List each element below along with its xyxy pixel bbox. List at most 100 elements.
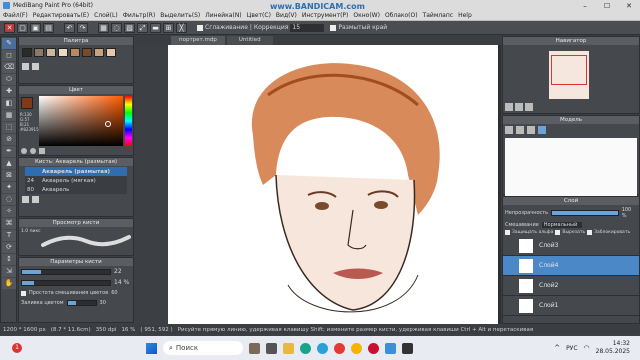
brush-size-slider[interactable] xyxy=(21,268,111,275)
palette-swatch[interactable] xyxy=(94,48,104,57)
edge-icon[interactable] xyxy=(300,342,311,354)
blend-select[interactable]: Нормальный xyxy=(541,222,582,228)
chrome-icon[interactable] xyxy=(351,342,362,354)
tool-icon[interactable]: ◧ xyxy=(2,98,16,109)
tab-untitled[interactable]: Untitled xyxy=(226,36,273,45)
brush-item[interactable]: Акварель (размытая) xyxy=(25,167,127,176)
model-tool-3-icon[interactable] xyxy=(527,126,535,134)
yandex-icon[interactable] xyxy=(334,342,345,354)
ruler-icon[interactable]: ▬ xyxy=(150,22,161,33)
grid-icon[interactable]: ⊞ xyxy=(163,22,174,33)
color-mode-icon-3[interactable] xyxy=(39,148,45,154)
tool-icon[interactable]: ⬚ xyxy=(2,122,16,133)
menu-item[interactable]: Линейка(N) xyxy=(205,12,241,19)
menu-item[interactable]: Выделить(S) xyxy=(160,12,200,19)
fit-icon[interactable] xyxy=(525,103,533,111)
menu-item[interactable]: Цвет(C) xyxy=(247,12,271,19)
close-file-icon[interactable]: ✕ xyxy=(4,22,15,33)
brush-item[interactable]: 80 Акварель xyxy=(25,185,127,194)
protect-alpha-checkbox[interactable] xyxy=(505,230,510,235)
menu-item[interactable]: Редактировать(E) xyxy=(33,12,89,19)
lock-checkbox[interactable] xyxy=(587,230,593,235)
notification-badge[interactable]: 1 xyxy=(12,343,22,353)
tool-icon[interactable]: ✋ xyxy=(2,278,16,289)
symmetry-icon[interactable]: ╳ xyxy=(176,22,187,33)
tool-icon[interactable]: ⊘ xyxy=(2,134,16,145)
menu-item[interactable]: Окно(W) xyxy=(353,12,380,19)
palette-swatch[interactable] xyxy=(70,48,80,57)
menu-item[interactable]: Help xyxy=(458,12,472,19)
palette-swatch[interactable] xyxy=(106,48,116,57)
menu-item[interactable]: Таймлапс xyxy=(423,12,454,19)
zoom-out-icon[interactable] xyxy=(515,103,523,111)
correction-select[interactable]: 15 xyxy=(290,23,325,32)
color-mode-icon-1[interactable] xyxy=(21,148,27,154)
brush-opacity-slider[interactable] xyxy=(21,279,111,286)
tool-icon[interactable]: ⟳ xyxy=(2,242,16,253)
tool-icon[interactable]: ▲ xyxy=(2,158,16,169)
transform-icon[interactable]: ⤢ xyxy=(137,22,148,33)
tool-icon[interactable]: ◌ xyxy=(2,194,16,205)
palette-swatch[interactable] xyxy=(46,48,56,57)
maximize-button[interactable]: ☐ xyxy=(596,2,618,10)
medibang-icon[interactable] xyxy=(385,342,396,354)
palette-swatch[interactable] xyxy=(58,48,68,57)
minimize-button[interactable]: – xyxy=(574,2,596,10)
redo-icon[interactable]: ↷ xyxy=(77,22,88,33)
brush-item[interactable]: 24 Акварель (мягкая) xyxy=(25,176,127,185)
deselect-icon[interactable]: ▧ xyxy=(124,22,135,33)
menu-item[interactable]: Слой(L) xyxy=(94,12,118,19)
color-picker-cursor[interactable] xyxy=(105,121,111,127)
fill-slider[interactable] xyxy=(66,300,97,306)
wifi-icon[interactable]: ◠ xyxy=(584,344,590,352)
tool-icon[interactable]: T xyxy=(2,230,16,241)
palette-swatch[interactable] xyxy=(82,48,92,57)
navigator-viewport[interactable] xyxy=(551,55,587,85)
clock[interactable]: 14:32 28.05.2025 xyxy=(596,340,630,356)
menu-item[interactable]: Вид(V) xyxy=(276,12,297,19)
saturation-value-square[interactable] xyxy=(39,96,123,146)
brush-add-icon[interactable] xyxy=(22,196,29,203)
layer-row[interactable]: Слой3 xyxy=(503,236,639,256)
zoom-in-icon[interactable] xyxy=(505,103,513,111)
tool-icon[interactable]: ⇲ xyxy=(2,266,16,277)
menu-item[interactable]: Облако(O) xyxy=(385,12,418,19)
blur-edge-checkbox[interactable] xyxy=(330,24,337,31)
taskbar-search[interactable]: ⌕ Поиск xyxy=(163,341,243,355)
tool-icon[interactable]: ▦ xyxy=(2,110,16,121)
opera-icon[interactable] xyxy=(368,342,379,354)
layer-row[interactable]: Слой2 xyxy=(503,276,639,296)
palette-swatch[interactable] xyxy=(34,48,44,57)
color-mode-icon-2[interactable] xyxy=(30,148,36,154)
menu-item[interactable]: Файл(F) xyxy=(3,12,28,19)
tool-icon[interactable]: ↕ xyxy=(2,254,16,265)
save-icon[interactable]: ▣ xyxy=(30,22,41,33)
current-color-swatch[interactable] xyxy=(21,97,33,109)
hue-slider[interactable] xyxy=(125,96,132,146)
tool-icon[interactable]: ⬭ xyxy=(2,74,16,85)
tool-icon[interactable]: ◻ xyxy=(2,50,16,61)
palette-add-icon[interactable] xyxy=(22,63,29,70)
model-viewport[interactable] xyxy=(505,138,637,196)
layer-row[interactable]: Слой4 xyxy=(503,256,639,276)
tool-icon[interactable]: ✦ xyxy=(2,182,16,193)
undo-icon[interactable]: ↶ xyxy=(64,22,75,33)
tool-icon[interactable]: ⊠ xyxy=(2,170,16,181)
layer-opacity-slider[interactable] xyxy=(551,210,619,216)
smoothing-checkbox[interactable] xyxy=(197,24,203,31)
tool-icon[interactable]: ⌫ xyxy=(2,62,16,73)
explorer-icon[interactable] xyxy=(283,342,294,354)
task-view-icon[interactable] xyxy=(266,342,277,354)
model-hand-icon[interactable] xyxy=(538,126,546,134)
canvas-scrollbar[interactable] xyxy=(498,45,501,324)
model-tool-1-icon[interactable] xyxy=(505,126,513,134)
windows-start-icon[interactable] xyxy=(146,342,157,354)
brush-delete-icon[interactable] xyxy=(32,196,39,203)
tool-icon[interactable]: ✎ xyxy=(2,38,16,49)
language-indicator[interactable]: РУС xyxy=(566,345,577,352)
model-tool-2-icon[interactable] xyxy=(516,126,524,134)
clip-checkbox[interactable] xyxy=(555,230,561,235)
palette-menu-icon[interactable] xyxy=(32,63,39,70)
select-icon[interactable]: ▦ xyxy=(98,22,109,33)
canvas[interactable] xyxy=(168,45,498,324)
